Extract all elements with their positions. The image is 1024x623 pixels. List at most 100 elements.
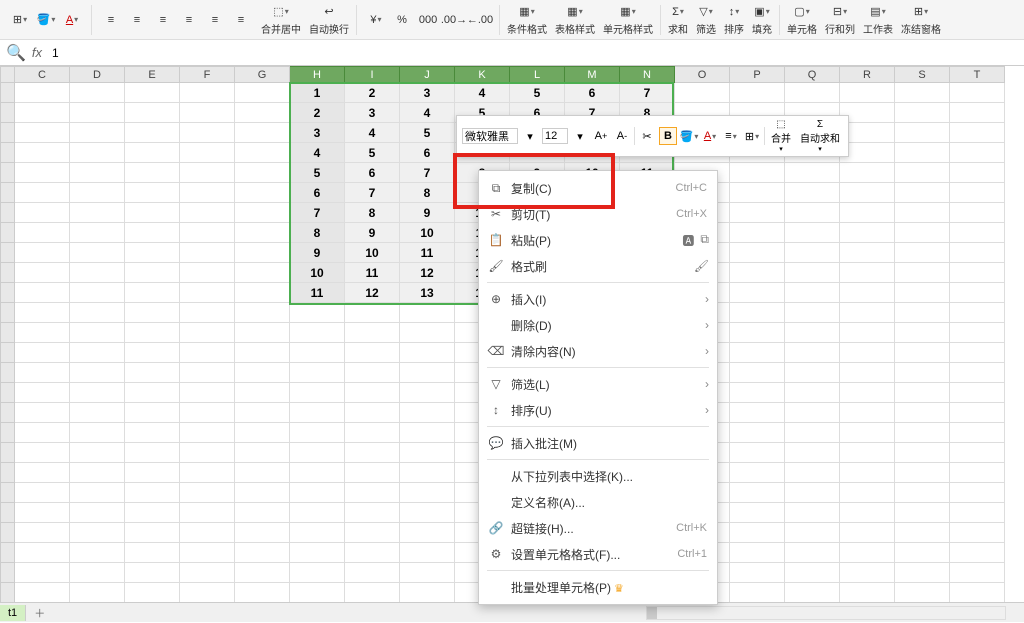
cell[interactable] xyxy=(840,243,895,263)
cell-button[interactable]: ▢单元格 xyxy=(783,2,821,38)
cell[interactable] xyxy=(70,103,125,123)
cell[interactable] xyxy=(180,503,235,523)
cell[interactable] xyxy=(235,203,290,223)
cell[interactable] xyxy=(125,323,180,343)
cell[interactable] xyxy=(180,83,235,103)
mini-align[interactable]: ≡ xyxy=(722,127,740,145)
cell[interactable] xyxy=(950,123,1005,143)
cell[interactable] xyxy=(895,143,950,163)
cell[interactable] xyxy=(730,403,785,423)
cell[interactable] xyxy=(125,403,180,423)
cell[interactable] xyxy=(70,163,125,183)
cell[interactable] xyxy=(950,223,1005,243)
cell[interactable] xyxy=(950,283,1005,303)
cell[interactable] xyxy=(950,503,1005,523)
cell[interactable] xyxy=(950,463,1005,483)
cell[interactable] xyxy=(950,343,1005,363)
cell[interactable] xyxy=(730,323,785,343)
cell[interactable] xyxy=(730,283,785,303)
cell[interactable] xyxy=(15,103,70,123)
cell[interactable] xyxy=(70,323,125,343)
cell[interactable] xyxy=(730,563,785,583)
cell[interactable] xyxy=(70,343,125,363)
cell[interactable]: 1 xyxy=(290,83,345,103)
cell[interactable]: 9 xyxy=(400,203,455,223)
cell[interactable]: 6 xyxy=(565,83,620,103)
cell[interactable] xyxy=(290,543,345,563)
row-header[interactable] xyxy=(1,143,15,163)
percent-button[interactable]: % xyxy=(390,10,414,30)
cell[interactable] xyxy=(785,203,840,223)
cell[interactable] xyxy=(70,563,125,583)
cell[interactable] xyxy=(950,163,1005,183)
cell[interactable] xyxy=(400,583,455,603)
cell[interactable] xyxy=(235,463,290,483)
cell[interactable] xyxy=(125,443,180,463)
cell[interactable] xyxy=(730,343,785,363)
cell[interactable] xyxy=(400,463,455,483)
cell[interactable] xyxy=(180,203,235,223)
cell[interactable] xyxy=(235,303,290,323)
dec-decimal-button[interactable]: ←.00 xyxy=(468,10,492,30)
cell[interactable] xyxy=(730,183,785,203)
cell[interactable]: 12 xyxy=(400,263,455,283)
mini-autosum-button[interactable]: Σ自动求和▾ xyxy=(797,119,843,153)
row-header[interactable] xyxy=(1,383,15,403)
cell[interactable] xyxy=(125,283,180,303)
cell[interactable] xyxy=(70,543,125,563)
col-header-L[interactable]: L xyxy=(510,67,565,83)
cell[interactable] xyxy=(180,543,235,563)
cell[interactable]: 7 xyxy=(620,83,675,103)
cell[interactable] xyxy=(840,523,895,543)
cell[interactable]: 10 xyxy=(400,223,455,243)
border-dropdown[interactable]: ⊞ xyxy=(8,10,32,30)
cell[interactable] xyxy=(895,303,950,323)
cell[interactable] xyxy=(235,143,290,163)
cm-insert[interactable]: ⊕插入(I) xyxy=(479,286,717,312)
cell[interactable] xyxy=(15,403,70,423)
cell[interactable] xyxy=(400,363,455,383)
cell[interactable] xyxy=(15,563,70,583)
cell[interactable] xyxy=(730,363,785,383)
row-header[interactable] xyxy=(1,283,15,303)
cell[interactable] xyxy=(840,403,895,423)
cell[interactable] xyxy=(785,403,840,423)
cell[interactable] xyxy=(785,383,840,403)
cell[interactable] xyxy=(895,163,950,183)
cell[interactable] xyxy=(180,423,235,443)
mini-dec-font[interactable]: A- xyxy=(613,127,631,145)
row-header[interactable] xyxy=(1,443,15,463)
cell[interactable] xyxy=(895,443,950,463)
cell[interactable] xyxy=(400,443,455,463)
cm-dropdown-select[interactable]: 从下拉列表中选择(K)... xyxy=(479,463,717,489)
cell[interactable] xyxy=(70,443,125,463)
cell[interactable] xyxy=(15,163,70,183)
cell[interactable] xyxy=(840,303,895,323)
cell[interactable] xyxy=(785,83,840,103)
cell[interactable] xyxy=(180,563,235,583)
cell[interactable] xyxy=(235,83,290,103)
cm-format-painter[interactable]: 🖌格式刷🖌 xyxy=(479,253,717,279)
cell[interactable] xyxy=(15,383,70,403)
cell[interactable] xyxy=(70,283,125,303)
cell[interactable]: 2 xyxy=(345,83,400,103)
row-header[interactable] xyxy=(1,83,15,103)
cell[interactable] xyxy=(785,163,840,183)
cell[interactable] xyxy=(180,103,235,123)
cell[interactable] xyxy=(730,583,785,603)
cm-format-cells[interactable]: ⚙设置单元格格式(F)...Ctrl+1 xyxy=(479,541,717,567)
cell[interactable] xyxy=(345,483,400,503)
cell[interactable] xyxy=(180,243,235,263)
cell[interactable] xyxy=(180,283,235,303)
row-header[interactable] xyxy=(1,183,15,203)
col-header-C[interactable]: C xyxy=(15,67,70,83)
cell[interactable] xyxy=(785,303,840,323)
cell[interactable] xyxy=(125,563,180,583)
cell[interactable] xyxy=(235,223,290,243)
col-header-O[interactable]: O xyxy=(675,67,730,83)
cell[interactable] xyxy=(290,503,345,523)
cell[interactable]: 4 xyxy=(290,143,345,163)
sum-button[interactable]: Σ求和 xyxy=(664,2,692,38)
cell[interactable]: 4 xyxy=(455,83,510,103)
mini-fill-color[interactable]: 🪣 xyxy=(680,127,698,145)
